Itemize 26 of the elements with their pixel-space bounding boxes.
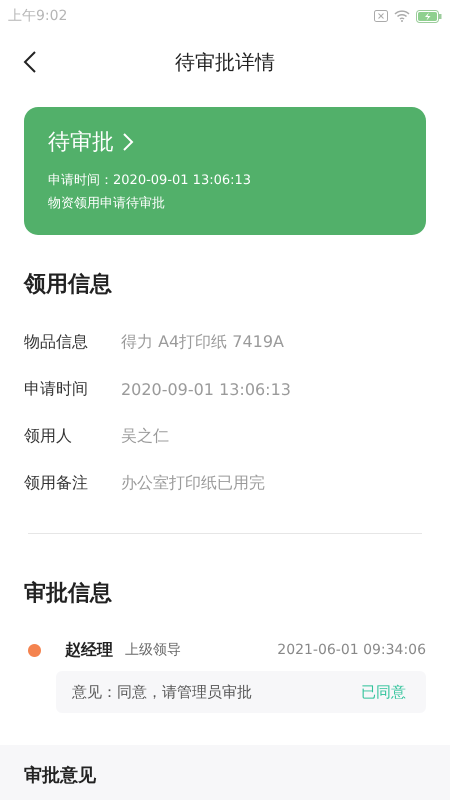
field-label: 领用备注 <box>24 473 89 494</box>
approval-time: 2021-06-01 09:34:06 <box>277 642 426 658</box>
field-value: 得力 A4打印纸 7419A <box>121 332 284 353</box>
page-title: 待审批详情 <box>175 48 275 76</box>
status-time: 上午9:02 <box>8 7 68 25</box>
status-title: 待审批 <box>48 129 114 157</box>
approver-name: 赵经理 <box>65 640 113 660</box>
field-value: 办公室打印纸已用完 <box>121 473 265 494</box>
wifi-icon <box>394 10 410 22</box>
battery-icon <box>416 10 442 22</box>
approver-role: 上级领导 <box>125 641 181 659</box>
field-value: 2020-09-01 13:06:13 <box>121 380 291 399</box>
back-icon <box>22 50 38 74</box>
status-description: 物资领用申请待审批 <box>48 195 166 213</box>
section-title: 审批信息 <box>24 580 113 608</box>
section-title: 审批意见 <box>24 764 97 787</box>
no-sim-icon <box>374 10 388 22</box>
chevron-right-icon <box>122 132 134 152</box>
field-label: 申请时间 <box>24 379 89 400</box>
comment-text: 意见：同意，请管理员审批 <box>72 682 252 702</box>
field-value: 吴之仁 <box>121 426 169 447</box>
field-label: 领用人 <box>24 426 73 447</box>
field-label: 物品信息 <box>24 332 89 353</box>
approval-result: 已同意 <box>361 682 406 702</box>
section-title: 领用信息 <box>24 271 113 299</box>
apply-time: 申请时间：2020-09-01 13:06:13 <box>48 172 252 190</box>
